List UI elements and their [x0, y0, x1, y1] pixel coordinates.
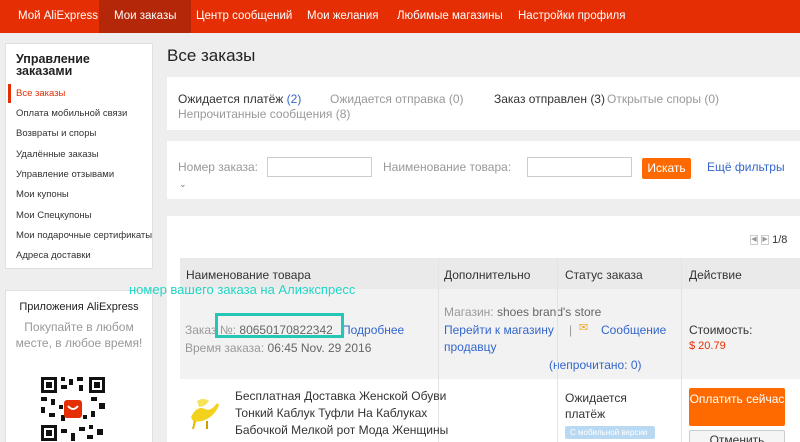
go-to-store-link[interactable]: Перейти к магазину	[444, 323, 554, 337]
order-time-line: Время заказа: 06:45 Nov. 29 2016	[185, 341, 371, 355]
seller-link[interactable]: продавцу	[444, 340, 497, 354]
sidebar-item-feedback[interactable]: Управление отзывами	[16, 169, 114, 180]
column-additional: Дополнительно	[444, 268, 531, 282]
sidebar-item-gift-cards[interactable]: Мои подарочные сертификаты	[16, 230, 152, 241]
app-promo: Приложения AliExpress Покупайте в любом …	[5, 290, 153, 442]
order-number-label: Номер заказа:	[178, 160, 259, 174]
tab-count: (2)	[286, 92, 302, 106]
app-promo-description: Покупайте в любом месте, в любое время!	[15, 320, 143, 350]
next-page-icon[interactable]: ▶	[761, 235, 770, 246]
pay-now-button[interactable]: Оплатить сейчас	[689, 388, 785, 426]
unread-messages-link[interactable]: (непрочитано: 0)	[549, 358, 642, 372]
store-name: shoes brand's store	[496, 305, 602, 319]
tab-count: (8)	[335, 107, 351, 121]
tab-label: Ожидается отправка	[330, 92, 446, 106]
sidebar-item-deleted-orders[interactable]: Удалённые заказы	[16, 149, 99, 160]
nav-favorite-stores[interactable]: Любимые магазины	[397, 0, 503, 33]
sidebar-item-coupons[interactable]: Мои купоны	[16, 189, 69, 200]
mobile-version-badge: С мобильной версии	[565, 426, 655, 439]
order-number-input[interactable]	[267, 157, 372, 177]
unread-close: )	[637, 358, 642, 372]
sidebar-title: Управление заказами	[16, 52, 90, 78]
nav-my-orders[interactable]: Мои заказы	[99, 0, 192, 33]
order-filters: Номер заказа: Наименование товара: Искат…	[167, 141, 800, 199]
tab-count: (0)	[704, 92, 719, 106]
tab-awaiting-payment[interactable]: Ожидается платёж (2)	[178, 92, 301, 106]
order-number-annotation: номер вашего заказа на Алиэкспресс	[129, 282, 356, 297]
nav-message-center[interactable]: Центр сообщений	[196, 0, 292, 33]
store-line: Магазин: shoes brand's store	[444, 305, 601, 319]
column-order-status: Статус заказа	[565, 268, 643, 282]
prev-page-icon[interactable]: ◀	[750, 235, 758, 246]
product-title-link[interactable]: Бесплатная Доставка Женской Обуви Тонкий…	[235, 388, 475, 440]
cancel-order-button[interactable]: Отменить	[689, 430, 785, 442]
message-link[interactable]: Сообщение	[601, 323, 666, 337]
tab-label: Непрочитанные сообщения	[178, 107, 333, 121]
nav-my-aliexpress[interactable]: Мой AliExpress	[18, 0, 98, 33]
sidebar-item-addresses[interactable]: Адреса доставки	[16, 250, 91, 261]
sidebar-item-special-coupons[interactable]: Мои Спецкупоны	[16, 210, 92, 221]
cost-value: $ 20.79	[689, 340, 726, 352]
search-button[interactable]: Искать	[642, 158, 691, 179]
tab-shipped[interactable]: Заказ отправлен (3)	[494, 92, 605, 106]
sidebar-item-label: Все заказы	[16, 88, 66, 99]
more-filters-link[interactable]: Ещё фильтры	[707, 160, 785, 174]
order-label: Заказ	[185, 323, 217, 337]
tab-open-disputes[interactable]: Открытые споры (0)	[607, 92, 719, 106]
pagination: ◀ ▶ 1/8	[750, 234, 787, 246]
sidebar: Управление заказами Все заказы Оплата мо…	[5, 43, 153, 269]
product-name-label: Наименование товара:	[383, 160, 512, 174]
nav-profile-settings[interactable]: Настройки профиля	[518, 0, 625, 33]
unread-label: (непрочитано:	[549, 358, 628, 372]
tab-count: (0)	[448, 92, 464, 106]
link-separator: |	[569, 323, 573, 337]
tab-unread-messages[interactable]: Непрочитанные сообщения (8)	[178, 107, 350, 121]
order-status-tabs: Ожидается платёж (2) Ожидается отправка …	[167, 77, 800, 130]
product-name-input[interactable]	[527, 157, 632, 177]
tab-count: (3)	[590, 92, 605, 106]
unread-count: 0	[630, 358, 638, 372]
cost-label: Стоимость:	[689, 323, 753, 337]
page-indicator: 1/8	[772, 234, 788, 246]
sidebar-item-mobile-payment[interactable]: Оплата мобильной связи	[16, 108, 127, 119]
chevron-down-icon[interactable]: ⌄	[179, 179, 187, 190]
nav-wishlist[interactable]: Мои желания	[307, 0, 379, 33]
tab-label: Ожидается платёж	[178, 92, 284, 106]
column-divider	[557, 258, 558, 442]
tab-awaiting-shipment[interactable]: Ожидается отправка (0)	[330, 92, 464, 106]
order-time-label: Время заказа:	[185, 341, 265, 355]
page-title: Все заказы	[167, 46, 256, 65]
product-image[interactable]	[185, 391, 225, 431]
column-product-name: Наименование товара	[186, 268, 311, 282]
sidebar-item-returns-disputes[interactable]: Возвраты и споры	[16, 128, 96, 139]
app-promo-title: Приложения AliExpress	[19, 301, 139, 313]
tab-label: Заказ отправлен	[494, 92, 587, 106]
top-navigation: Мой AliExpress Мои заказы Центр сообщени…	[0, 0, 800, 33]
order-time-value: 06:45 Nov. 29 2016	[267, 341, 372, 355]
store-label: Магазин:	[444, 305, 494, 319]
tab-label: Открытые споры	[607, 92, 701, 106]
qr-code-icon[interactable]	[39, 375, 107, 442]
column-action: Действие	[689, 268, 742, 282]
sidebar-item-all-orders[interactable]: Все заказы	[8, 84, 152, 103]
order-number-highlight	[215, 313, 344, 338]
column-divider	[681, 258, 682, 442]
order-details-link[interactable]: Подробнее	[342, 323, 404, 337]
order-status: Ожидается платёж	[565, 391, 627, 421]
envelope-icon: ✉	[579, 322, 589, 334]
